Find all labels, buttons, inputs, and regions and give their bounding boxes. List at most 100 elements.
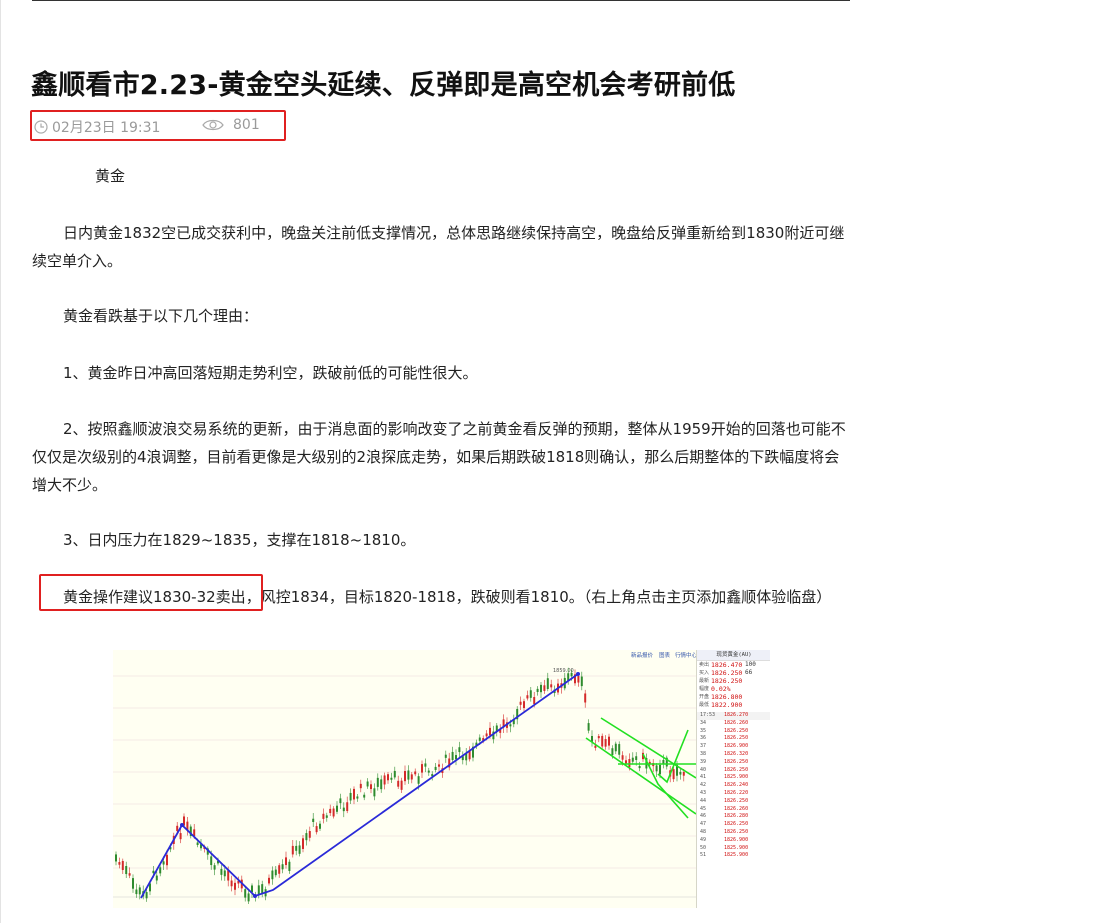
- candle-body: [329, 808, 332, 814]
- candle-body: [519, 701, 522, 705]
- tick-price: 1825.900: [724, 852, 749, 859]
- tick-price: 1826.250: [724, 828, 749, 835]
- tick-price: 1825.900: [724, 844, 749, 851]
- candle-body: [489, 727, 491, 736]
- quote-stat-label: 最新: [699, 678, 710, 684]
- quote-stat-row: 幅度 0.02%: [697, 685, 770, 693]
- candle-body: [397, 780, 400, 787]
- tick-row: 35 1826.250: [697, 728, 770, 736]
- candle-body: [421, 764, 423, 773]
- candle-body: [213, 865, 216, 870]
- candle-body: [176, 825, 179, 832]
- candle-body: [234, 882, 236, 890]
- tick-time: 42: [700, 782, 707, 789]
- tick-price: 1826.240: [724, 782, 749, 789]
- candle-body: [373, 788, 376, 797]
- candle-body: [485, 733, 488, 737]
- candle-body: [145, 892, 148, 899]
- tick-time: 35: [700, 727, 707, 734]
- tick-row: 45 1826.260: [697, 806, 770, 814]
- candle-body: [288, 861, 291, 871]
- candle-body: [427, 770, 430, 773]
- candle-body: [614, 743, 617, 752]
- candle-body: [305, 833, 308, 841]
- tick-row: 37 1826.900: [697, 743, 770, 751]
- candle-body: [400, 780, 403, 790]
- candle-body: [152, 870, 155, 874]
- candle-body: [342, 807, 345, 812]
- candle-body: [363, 794, 366, 798]
- tick-row: 38 1826.320: [697, 751, 770, 759]
- candle-body: [356, 796, 359, 799]
- tick-row: 47 1826.250: [697, 821, 770, 829]
- candle-body: [308, 831, 311, 838]
- trend-point: [180, 823, 184, 827]
- quote-stat-value: 1822.900: [711, 701, 743, 709]
- tick-header: 17:53 1826.270: [697, 712, 770, 720]
- candle-body: [540, 684, 542, 693]
- tick-row: 49 1826.900: [697, 837, 770, 845]
- tick-row: 44 1826.250: [697, 798, 770, 806]
- candle-body: [223, 870, 226, 877]
- candle-body: [125, 866, 128, 875]
- tick-time: 39: [700, 758, 707, 765]
- candle-body: [543, 685, 546, 691]
- candle-body: [597, 736, 600, 739]
- candle-body: [359, 783, 362, 789]
- candle-body: [438, 764, 440, 767]
- candle-body: [274, 869, 277, 876]
- gold-price-chart: 新品报价 图表 行情中心 1859.00 现货黄金(AU) 卖出 1826.47…: [113, 650, 770, 908]
- candle-body: [478, 737, 481, 741]
- quote-stat-row: 开盘 1826.800: [697, 693, 770, 701]
- tick-price: 1826.260: [724, 719, 749, 726]
- candle-body: [529, 690, 532, 698]
- candle-body: [210, 856, 213, 866]
- candle-body: [220, 868, 223, 875]
- candle-body: [322, 813, 325, 819]
- candle-body: [302, 838, 304, 849]
- tick-row: 43 1826.220: [697, 790, 770, 798]
- tick-row: 39 1826.250: [697, 759, 770, 767]
- candle-body: [261, 884, 264, 894]
- candlestick-chart: 新品报价 图表 行情中心 1859.00: [113, 650, 696, 908]
- candle-body: [295, 845, 298, 851]
- candle-body: [679, 771, 682, 775]
- candle-body: [319, 823, 321, 829]
- candle-body: [546, 678, 549, 689]
- candle-body: [601, 735, 604, 747]
- trend-point: [253, 894, 257, 898]
- quote-buy-row: 买入 1826.250 66: [699, 669, 753, 677]
- tick-row: 46 1826.280: [697, 813, 770, 821]
- candle-body: [655, 765, 658, 772]
- tick-time: 41: [700, 774, 707, 781]
- tick-price: 1826.250: [724, 797, 749, 804]
- candle-body: [353, 788, 355, 800]
- candle-body: [444, 754, 447, 758]
- candle-body: [407, 770, 410, 780]
- candle-body: [638, 766, 641, 769]
- tick-price: 1826.250: [724, 766, 749, 773]
- tick-price: 1826.250: [724, 758, 749, 765]
- chart-link-1[interactable]: 新品报价: [631, 651, 654, 659]
- meta-highlight-box: [30, 110, 286, 141]
- tick-price: 1826.250: [724, 727, 749, 734]
- quote-stat-row: 最新 1826.250: [697, 677, 770, 685]
- chart-link-3[interactable]: 行情中心: [675, 651, 696, 659]
- tick-list[interactable]: 17:53 1826.270 34 1826.260 35 1826.250 36 182…: [697, 712, 770, 860]
- candle-body: [393, 770, 396, 778]
- candle-body: [135, 889, 138, 895]
- candle-body: [424, 763, 427, 767]
- candle-body: [166, 854, 168, 866]
- header-divider: [32, 0, 850, 1]
- chart-link-2[interactable]: 图表: [659, 651, 671, 659]
- candle-body: [451, 751, 454, 761]
- candle-body: [128, 873, 131, 876]
- candle-body: [380, 779, 383, 790]
- candle-body: [659, 764, 661, 775]
- candle-body: [434, 766, 437, 770]
- candle-body: [570, 672, 573, 677]
- candle-body: [417, 776, 420, 784]
- candle-body: [383, 775, 386, 785]
- candle-body: [625, 760, 627, 764]
- candle-body: [608, 736, 610, 746]
